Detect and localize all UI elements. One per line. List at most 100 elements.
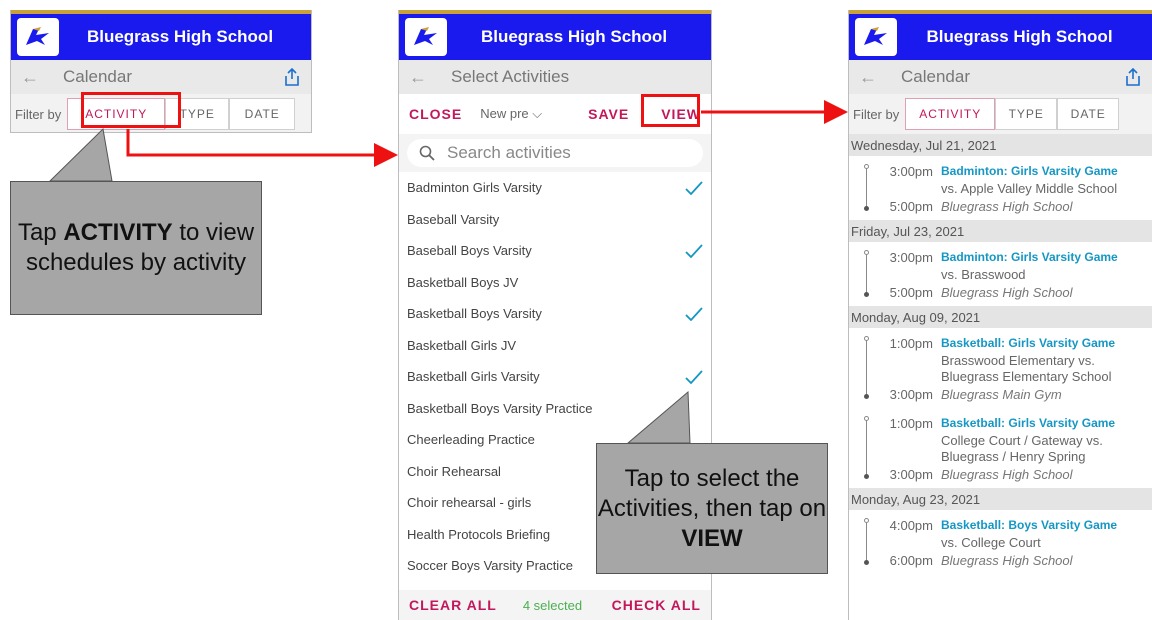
filtered-calendar-screen: Bluegrass High School ← Calendar Filter …: [848, 10, 1152, 620]
search-icon: [419, 145, 435, 161]
filter-type-button[interactable]: TYPE: [165, 98, 230, 130]
event-title: Badminton: Girls Varsity Game: [941, 250, 1118, 264]
event-start-time: 3:00pm: [889, 164, 933, 179]
calendar-screen-cropped: Bluegrass High School ← Calendar Filter …: [10, 10, 312, 133]
filter-activity-button[interactable]: ACTIVITY: [67, 98, 166, 130]
activity-item[interactable]: Basketball Boys Varsity Practice: [399, 393, 711, 425]
activity-item[interactable]: Baseball Varsity: [399, 204, 711, 236]
activity-item-label: Baseball Boys Varsity: [407, 243, 532, 259]
select-titlebar: ← Select Activities: [399, 60, 711, 94]
callout-mid-bold: VIEW: [681, 524, 743, 552]
share-icon[interactable]: [1124, 67, 1142, 87]
select-footer: CLEAR ALL 4 selected CHECK ALL: [399, 590, 711, 620]
activity-item[interactable]: Basketball Girls JV: [399, 330, 711, 362]
event-title: Basketball: Girls Varsity Game: [941, 336, 1116, 350]
event-item[interactable]: 3:00pm Badminton: Girls Varsity Game vs. A…: [849, 156, 1152, 220]
activity-item[interactable]: Baseball Boys Varsity: [399, 235, 711, 267]
back-arrow-icon[interactable]: ←: [859, 67, 877, 88]
logo-bird-icon: [864, 27, 887, 45]
event-start-time: 3:00pm: [889, 250, 933, 265]
event-start-dot: [864, 416, 869, 421]
activity-item[interactable]: Basketball Boys JV: [399, 267, 711, 299]
event-start-dot: [864, 518, 869, 523]
activity-item-label: Basketball Boys JV: [407, 274, 519, 290]
activity-item[interactable]: Basketball Girls Varsity: [399, 361, 711, 393]
app-header: Bluegrass High School: [849, 14, 1152, 60]
checkmark-icon: [685, 370, 703, 384]
event-title: Basketball: Boys Varsity Game: [941, 518, 1118, 532]
filter-bar: Filter by ACTIVITY TYPE DATE: [849, 94, 1152, 134]
day-header: Friday, Jul 23, 2021: [849, 220, 1152, 242]
filter-by-label: Filter by: [853, 106, 900, 122]
back-arrow-icon[interactable]: ←: [409, 67, 427, 88]
checkmark-icon: [685, 307, 703, 321]
search-placeholder: Search activities: [447, 143, 571, 162]
close-button[interactable]: CLOSE: [409, 106, 462, 122]
filter-bar: Filter by ACTIVITY TYPE DATE: [11, 94, 311, 132]
search-container: Search activities: [399, 134, 711, 172]
view-callout: Tap to select the Activities, then tap o…: [596, 443, 828, 574]
event-end-dot: [864, 560, 869, 565]
screen-title: Calendar: [63, 67, 132, 86]
filter-activity-button[interactable]: ACTIVITY: [905, 98, 996, 130]
filter-type-button[interactable]: TYPE: [995, 98, 1058, 130]
filter-date-button[interactable]: DATE: [1057, 98, 1120, 130]
activity-item[interactable]: Badminton Girls Varsity: [399, 172, 711, 204]
select-action-bar: CLOSE New pre ⌵ SAVE VIEW: [399, 94, 711, 134]
check-all-button[interactable]: CHECK ALL: [612, 597, 701, 613]
checkmark-icon: [685, 181, 703, 195]
event-item[interactable]: 1:00pm Basketball: Girls Varsity Game Coll…: [849, 408, 1152, 488]
event-start-time: 1:00pm: [889, 336, 933, 351]
chevron-down-icon: ⌵: [532, 106, 543, 121]
event-end-time: 3:00pm: [889, 467, 933, 482]
event-location: Bluegrass High School: [941, 467, 1073, 482]
event-opponent: vs. College Court: [941, 535, 1041, 550]
activity-item-label: Badminton Girls Varsity: [407, 180, 542, 196]
search-input[interactable]: Search activities: [407, 139, 703, 167]
event-timeline-line: [866, 166, 867, 208]
event-timeline-line: [866, 338, 867, 396]
activity-item-label: Basketball Girls JV: [407, 337, 517, 353]
app-header: Bluegrass High School: [399, 14, 711, 60]
event-start-dot: [864, 250, 869, 255]
calendar-titlebar: ← Calendar: [849, 60, 1152, 94]
event-start-dot: [864, 336, 869, 341]
screen-title: Select Activities: [451, 67, 570, 86]
callout-mid-pre: Tap to select the Activities, then tap o…: [597, 464, 827, 522]
event-location: Bluegrass Main Gym: [941, 387, 1062, 402]
school-logo-icon: [17, 18, 59, 56]
activity-item-label: Baseball Varsity: [407, 211, 500, 227]
day-header: Monday, Aug 23, 2021: [849, 488, 1152, 510]
share-icon[interactable]: [283, 67, 301, 87]
app-header: Bluegrass High School: [11, 14, 311, 60]
preset-label: New pre: [480, 106, 529, 121]
event-timeline-line: [866, 418, 867, 476]
event-end-time: 6:00pm: [889, 553, 933, 568]
event-item[interactable]: 4:00pm Basketball: Boys Varsity Game vs. C…: [849, 510, 1152, 574]
event-opponent: vs. Apple Valley Middle School: [941, 181, 1118, 196]
event-item[interactable]: 1:00pm Basketball: Girls Varsity Game Bras…: [849, 328, 1152, 408]
preset-dropdown[interactable]: New pre ⌵: [480, 106, 542, 122]
checkmark-icon: [685, 244, 703, 258]
event-end-dot: [864, 394, 869, 399]
event-end-time: 3:00pm: [889, 387, 933, 402]
event-item[interactable]: 3:00pm Badminton: Girls Varsity Game vs. B…: [849, 242, 1152, 306]
event-end-time: 5:00pm: [889, 199, 933, 214]
activity-item-label: Basketball Boys Varsity: [407, 306, 542, 322]
event-start-time: 1:00pm: [889, 416, 933, 431]
callout-left-bold: ACTIVITY: [63, 219, 173, 246]
callout-left-pre: Tap: [17, 219, 64, 246]
school-logo-icon: [405, 18, 447, 56]
filter-date-button[interactable]: DATE: [229, 98, 296, 130]
event-end-dot: [864, 474, 869, 479]
clear-all-button[interactable]: CLEAR ALL: [409, 597, 497, 613]
event-title: Badminton: Girls Varsity Game: [941, 164, 1118, 178]
view-button[interactable]: VIEW: [661, 106, 701, 122]
back-arrow-icon[interactable]: ←: [21, 67, 39, 88]
logo-bird-icon: [26, 27, 49, 45]
save-button[interactable]: SAVE: [588, 106, 629, 122]
event-start-dot: [864, 164, 869, 169]
event-title: Basketball: Girls Varsity Game: [941, 416, 1116, 430]
activity-item[interactable]: Basketball Boys Varsity: [399, 298, 711, 330]
event-opponent: vs. Brasswood: [941, 267, 1026, 282]
